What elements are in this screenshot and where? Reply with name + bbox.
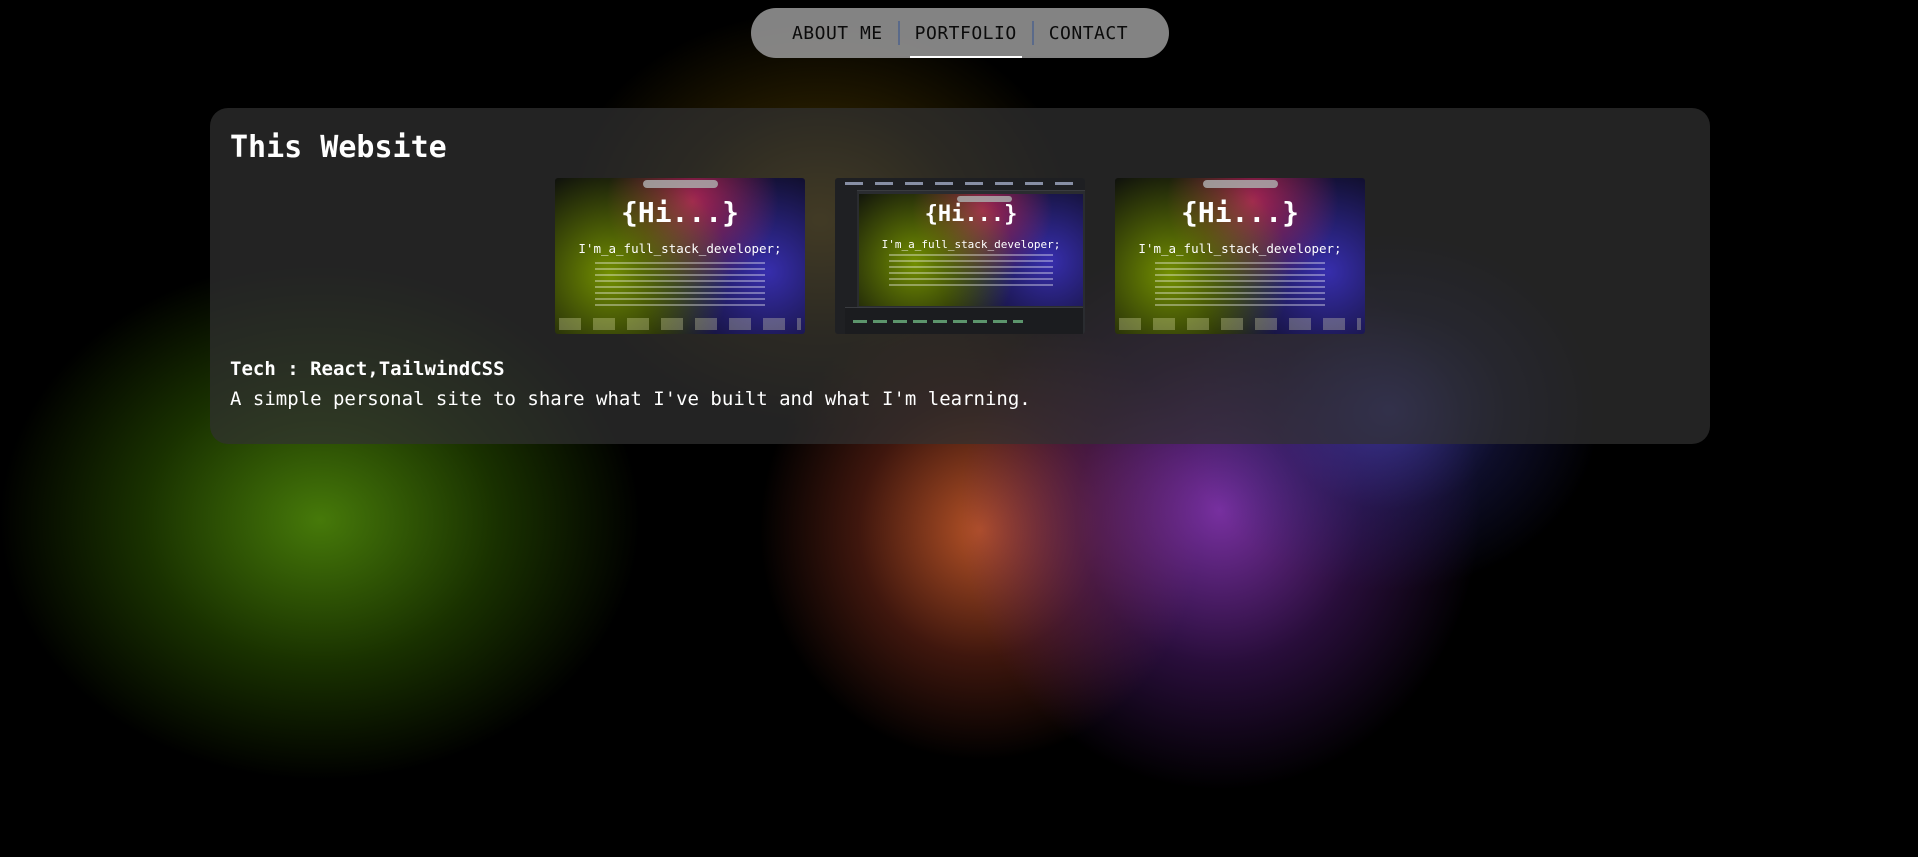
- nav-contact[interactable]: CONTACT: [1034, 8, 1143, 58]
- screenshot-body-text: [1155, 262, 1325, 306]
- mini-nav-bar: [643, 180, 718, 188]
- screenshot-body-text: [595, 262, 765, 306]
- screenshot-body-text: [889, 254, 1053, 286]
- screenshot-footer: [559, 318, 801, 330]
- screenshot-gallery: {Hi...} I'm_a_full_stack_developer; {Hi.…: [555, 178, 1365, 334]
- project-description: A simple personal site to share what I'v…: [230, 388, 1031, 410]
- screenshot-heading: {Hi...}: [924, 202, 1018, 227]
- editor-terminal: [845, 307, 1083, 334]
- project-screenshot[interactable]: {Hi...} I'm_a_full_stack_developer;: [555, 178, 805, 334]
- editor-tab-bar: [835, 178, 1085, 191]
- screenshot-subheading: I'm_a_full_stack_developer;: [1138, 241, 1342, 256]
- screenshot-subheading: I'm_a_full_stack_developer;: [578, 241, 782, 256]
- project-card: This Website {Hi...} I'm_a_full_stack_de…: [210, 108, 1710, 444]
- screenshot-heading: {Hi...}: [620, 196, 739, 229]
- project-tech-stack: Tech : React,TailwindCSS: [230, 358, 505, 380]
- screenshot-heading: {Hi...}: [1180, 196, 1299, 229]
- project-title: This Website: [230, 130, 447, 165]
- screenshot-subheading: I'm_a_full_stack_developer;: [881, 238, 1061, 251]
- project-screenshot-editor[interactable]: {Hi...} I'm_a_full_stack_developer;: [835, 178, 1085, 334]
- top-nav: ABOUT ME PORTFOLIO CONTACT: [751, 8, 1169, 58]
- nav-about-me[interactable]: ABOUT ME: [777, 8, 898, 58]
- nav-portfolio[interactable]: PORTFOLIO: [900, 8, 1032, 58]
- editor-preview: {Hi...} I'm_a_full_stack_developer;: [859, 194, 1083, 306]
- project-screenshot[interactable]: {Hi...} I'm_a_full_stack_developer;: [1115, 178, 1365, 334]
- screenshot-footer: [1119, 318, 1361, 330]
- mini-nav-bar: [1203, 180, 1278, 188]
